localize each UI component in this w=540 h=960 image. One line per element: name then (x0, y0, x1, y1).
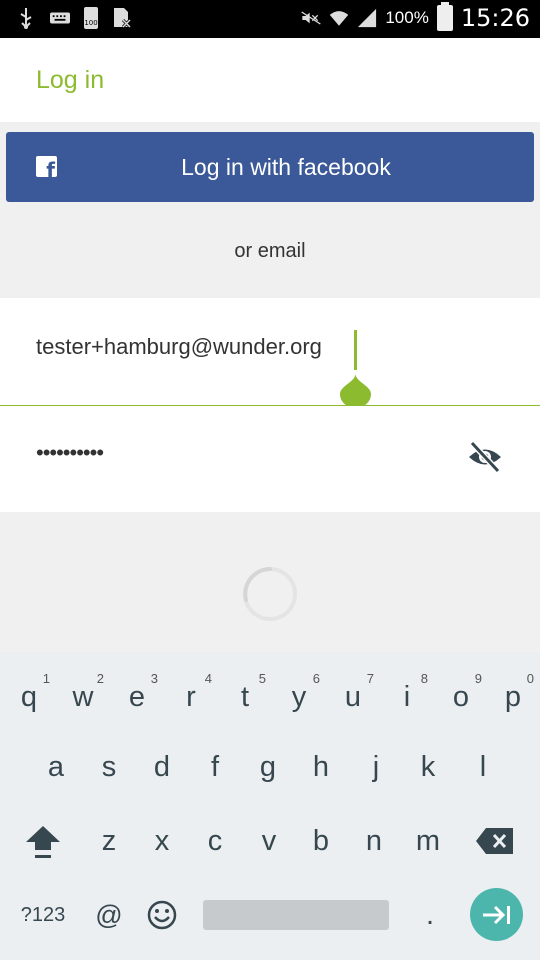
shift-key[interactable] (16, 806, 70, 876)
status-bar: 100 100% 15:26 (0, 0, 540, 38)
key-u[interactable]: 7u (326, 662, 380, 732)
key-s[interactable]: s (82, 732, 136, 802)
key-x[interactable]: x (135, 806, 189, 876)
facebook-login-button[interactable]: f Log in with facebook (6, 132, 534, 202)
usb-icon (16, 6, 36, 30)
symbols-key[interactable]: ?123 (14, 880, 72, 950)
key-f[interactable]: f (188, 732, 242, 802)
key-i[interactable]: 8i (380, 662, 434, 732)
key-m[interactable]: m (401, 806, 455, 876)
email-field[interactable]: tester+hamburg@wunder.org (0, 298, 540, 406)
key-o[interactable]: 9o (434, 662, 488, 732)
key-l[interactable]: l (456, 732, 510, 802)
signal-icon (357, 6, 377, 30)
key-d[interactable]: d (135, 732, 189, 802)
status-bar-left: 100 (16, 6, 132, 30)
key-j[interactable]: j (349, 732, 403, 802)
emoji-icon (147, 900, 177, 930)
key-y[interactable]: 6y (272, 662, 326, 732)
loading-spinner (243, 567, 297, 621)
period-key[interactable]: . (403, 880, 457, 950)
key-a[interactable]: a (29, 732, 83, 802)
key-b[interactable]: b (294, 806, 348, 876)
spacebar[interactable] (203, 900, 389, 930)
key-g[interactable]: g (241, 732, 295, 802)
key-v[interactable]: v (242, 806, 296, 876)
key-w[interactable]: 2w (56, 662, 110, 732)
facebook-login-label: Log in with facebook (181, 153, 391, 180)
key-h[interactable]: h (294, 732, 348, 802)
clock: 15:26 (460, 4, 530, 32)
app-header: Log in (0, 38, 540, 122)
password-field-value: •••••••••• (36, 440, 104, 465)
key-z[interactable]: z (82, 806, 136, 876)
email-field-value: tester+hamburg@wunder.org (36, 334, 322, 359)
soft-keyboard: 1q 2w 3e 4r 5t 6y 7u 8i 9o 0p a s d f g … (0, 652, 540, 960)
cursor-handle[interactable] (340, 374, 371, 408)
battery-icon (436, 2, 453, 31)
wifi-icon (329, 6, 349, 30)
shift-icon (26, 826, 60, 858)
backspace-icon (476, 828, 513, 854)
key-q[interactable]: 1q (2, 662, 56, 732)
keyboard-icon (50, 6, 70, 30)
at-key[interactable]: @ (82, 880, 136, 950)
battery-100-icon: 100 (84, 7, 98, 29)
emoji-key[interactable] (135, 880, 189, 950)
key-t[interactable]: 5t (218, 662, 272, 732)
mute-icon (301, 6, 322, 30)
or-email-separator: or email (234, 240, 306, 262)
key-n[interactable]: n (347, 806, 401, 876)
status-bar-right: 100% 15:26 (301, 2, 530, 32)
key-p[interactable]: 0p (486, 662, 540, 732)
key-r[interactable]: 4r (164, 662, 218, 732)
delete-key[interactable] (468, 806, 522, 876)
sim-disabled-icon (112, 6, 132, 30)
eye-off-icon[interactable] (466, 438, 504, 476)
page-title: Log in (36, 66, 105, 94)
password-field[interactable]: •••••••••• (0, 406, 540, 512)
next-field-key[interactable] (470, 888, 523, 941)
battery-percent: 100% (385, 8, 429, 27)
text-cursor (354, 330, 357, 370)
key-e[interactable]: 3e (110, 662, 164, 732)
next-field-icon (482, 905, 510, 924)
key-c[interactable]: c (188, 806, 242, 876)
key-k[interactable]: k (401, 732, 455, 802)
